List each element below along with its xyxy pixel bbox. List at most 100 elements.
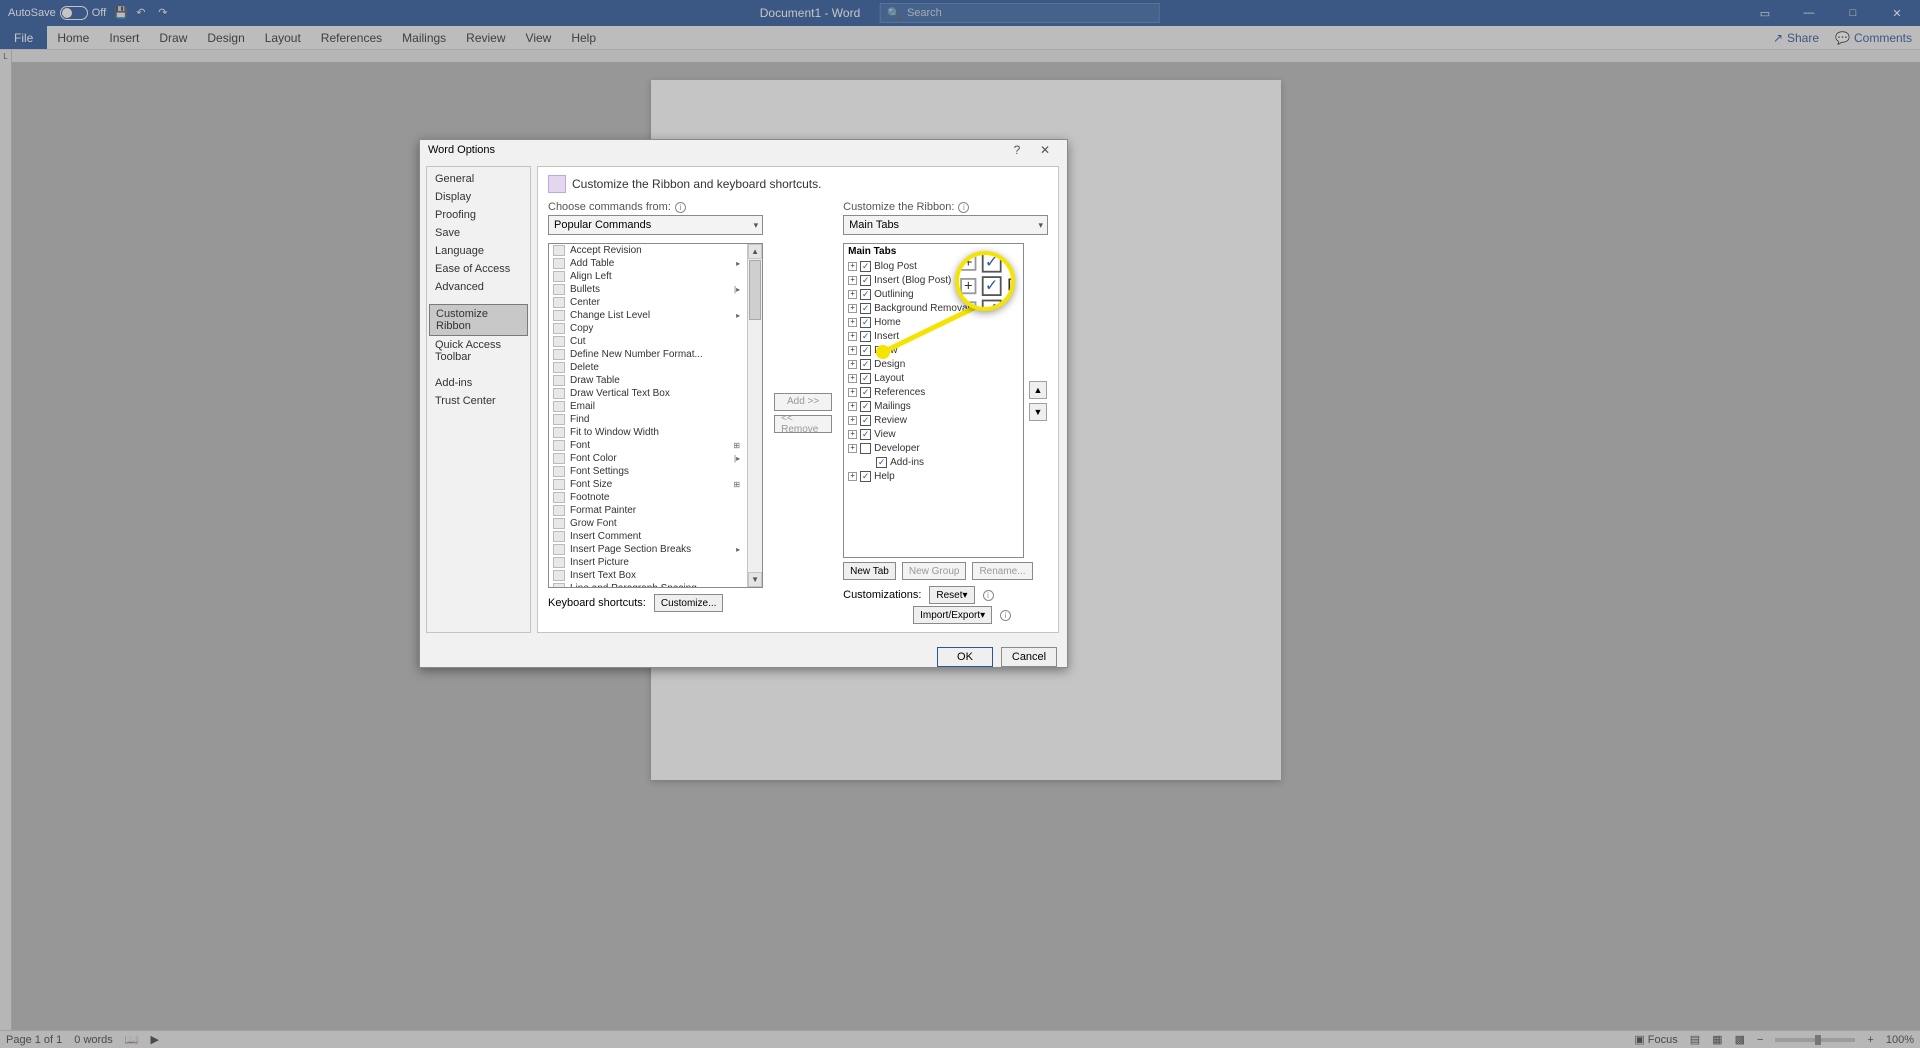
expand-icon[interactable]: + [848, 262, 857, 271]
expand-icon[interactable]: + [848, 402, 857, 411]
nav-advanced[interactable]: Advanced [429, 278, 528, 296]
nav-save[interactable]: Save [429, 224, 528, 242]
ok-button[interactable]: OK [937, 647, 993, 667]
command-item[interactable]: Copy [549, 322, 762, 335]
tree-item[interactable]: +✓Layout [844, 371, 1023, 385]
expand-icon[interactable]: + [848, 276, 857, 285]
command-item[interactable]: Fit to Window Width [549, 426, 762, 439]
command-item[interactable]: Change List Level▸ [549, 309, 762, 322]
tree-item[interactable]: +✓Design [844, 357, 1023, 371]
tree-item[interactable]: +✓Help [844, 469, 1023, 483]
tree-item[interactable]: +✓References [844, 385, 1023, 399]
checkbox[interactable]: ✓ [860, 471, 871, 482]
command-item[interactable]: Accept Revision [549, 244, 762, 257]
command-item[interactable]: Cut [549, 335, 762, 348]
command-item[interactable]: Add Table▸ [549, 257, 762, 270]
info-icon[interactable]: i [1000, 610, 1011, 621]
command-item[interactable]: Draw Vertical Text Box [549, 387, 762, 400]
checkbox[interactable]: ✓ [860, 289, 871, 300]
command-item[interactable]: Font Settings [549, 465, 762, 478]
command-item[interactable]: Draw Table [549, 374, 762, 387]
command-item[interactable]: Format Painter [549, 504, 762, 517]
expand-icon[interactable]: + [848, 430, 857, 439]
command-item[interactable]: Grow Font [549, 517, 762, 530]
checkbox[interactable]: ✓ [860, 331, 871, 342]
command-item[interactable]: Font Color|▸ [549, 452, 762, 465]
nav-ease-of-access[interactable]: Ease of Access [429, 260, 528, 278]
tree-item[interactable]: ✓Add-ins [844, 455, 1023, 469]
new-tab-button[interactable]: New Tab [843, 562, 896, 580]
checkbox[interactable]: ✓ [860, 359, 871, 370]
expand-icon[interactable]: + [848, 290, 857, 299]
expand-icon[interactable]: + [848, 346, 857, 355]
nav-display[interactable]: Display [429, 188, 528, 206]
command-item[interactable]: Email [549, 400, 762, 413]
info-icon[interactable]: i [983, 590, 994, 601]
rename-button[interactable]: Rename... [972, 562, 1032, 580]
expand-icon[interactable]: + [848, 360, 857, 369]
scroll-up-icon[interactable]: ▲ [748, 244, 762, 259]
commands-listbox[interactable]: Accept RevisionAdd Table▸Align LeftBulle… [548, 243, 763, 588]
nav-customize-ribbon[interactable]: Customize Ribbon [429, 304, 528, 336]
command-item[interactable]: Insert Text Box [549, 569, 762, 582]
checkbox[interactable]: ✓ [860, 345, 871, 356]
dialog-close-icon[interactable]: ✕ [1031, 140, 1059, 160]
tree-item[interactable]: +✓View [844, 427, 1023, 441]
tree-item[interactable]: +✓Mailings [844, 399, 1023, 413]
nav-language[interactable]: Language [429, 242, 528, 260]
command-item[interactable]: Insert Comment [549, 530, 762, 543]
command-item[interactable]: Align Left [549, 270, 762, 283]
commands-scrollbar[interactable]: ▲ ▼ [747, 244, 762, 587]
checkbox[interactable]: ✓ [876, 457, 887, 468]
expand-icon[interactable]: + [848, 374, 857, 383]
nav-addins[interactable]: Add-ins [429, 374, 528, 392]
command-item[interactable]: Insert Picture [549, 556, 762, 569]
nav-proofing[interactable]: Proofing [429, 206, 528, 224]
command-item[interactable]: Footnote [549, 491, 762, 504]
tree-item[interactable]: +✓Review [844, 413, 1023, 427]
nav-trust-center[interactable]: Trust Center [429, 392, 528, 410]
checkbox[interactable]: ✓ [860, 275, 871, 286]
customize-ribbon-dropdown[interactable]: Main Tabs [843, 215, 1048, 235]
checkbox[interactable] [860, 443, 871, 454]
command-item[interactable]: Line and Paragraph Spacing▸ [549, 582, 762, 588]
scroll-down-icon[interactable]: ▼ [748, 572, 762, 587]
info-icon[interactable]: i [958, 202, 969, 213]
expand-icon[interactable]: + [848, 416, 857, 425]
command-item[interactable]: Font Size⊞ [549, 478, 762, 491]
reset-button[interactable]: Reset ▾ [929, 586, 974, 604]
move-down-button[interactable]: ▼ [1029, 403, 1047, 421]
nav-general[interactable]: General [429, 170, 528, 188]
checkbox[interactable]: ✓ [860, 317, 871, 328]
expand-icon[interactable]: + [848, 304, 857, 313]
checkbox[interactable]: ✓ [860, 261, 871, 272]
command-item[interactable]: Bullets|▸ [549, 283, 762, 296]
expand-icon[interactable]: + [848, 472, 857, 481]
command-item[interactable]: Define New Number Format... [549, 348, 762, 361]
command-item[interactable]: Font⊞ [549, 439, 762, 452]
checkbox[interactable]: ✓ [860, 415, 871, 426]
checkbox[interactable]: ✓ [860, 401, 871, 412]
cancel-button[interactable]: Cancel [1001, 647, 1057, 667]
expand-icon[interactable]: + [848, 318, 857, 327]
checkbox[interactable]: ✓ [860, 373, 871, 384]
move-up-button[interactable]: ▲ [1029, 381, 1047, 399]
nav-quick-access[interactable]: Quick Access Toolbar [429, 336, 528, 366]
scroll-thumb[interactable] [749, 260, 761, 320]
checkbox[interactable]: ✓ [860, 387, 871, 398]
import-export-button[interactable]: Import/Export ▾ [913, 606, 992, 624]
tree-item[interactable]: +Developer [844, 441, 1023, 455]
expand-icon[interactable]: + [848, 444, 857, 453]
command-item[interactable]: Insert Page Section Breaks▸ [549, 543, 762, 556]
expand-icon[interactable]: + [848, 332, 857, 341]
add-button[interactable]: Add >> [774, 393, 832, 411]
remove-button[interactable]: << Remove [774, 415, 832, 433]
command-item[interactable]: Find [549, 413, 762, 426]
customize-keyboard-button[interactable]: Customize... [654, 594, 724, 612]
checkbox[interactable]: ✓ [860, 303, 871, 314]
expand-icon[interactable]: + [848, 388, 857, 397]
new-group-button[interactable]: New Group [902, 562, 967, 580]
help-icon[interactable]: ? [1003, 140, 1031, 160]
info-icon[interactable]: i [675, 202, 686, 213]
command-item[interactable]: Delete [549, 361, 762, 374]
